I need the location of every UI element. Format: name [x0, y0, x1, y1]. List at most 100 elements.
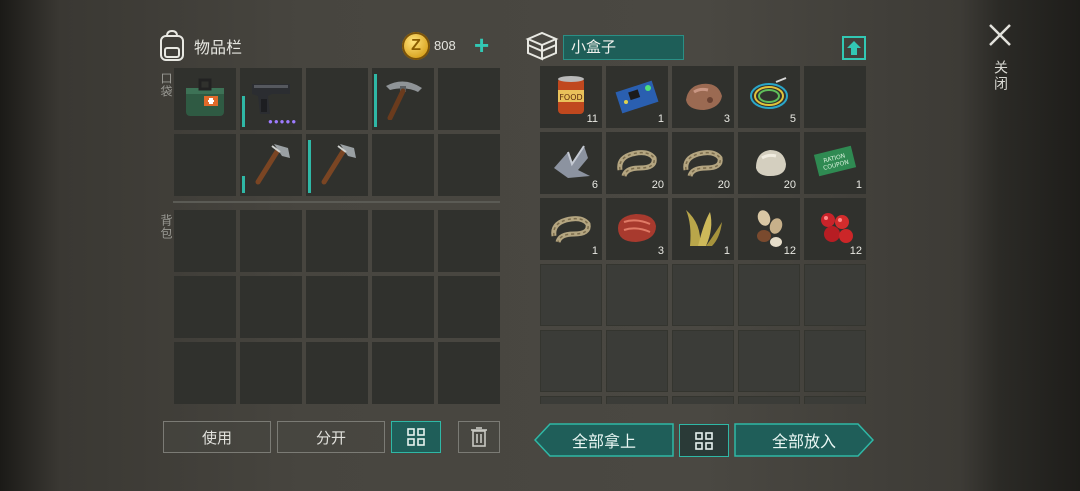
pocket-label: 口袋 [159, 72, 173, 98]
backpack-slot[interactable] [306, 276, 368, 338]
container-slot[interactable] [738, 264, 800, 326]
item-count: 5 [789, 113, 796, 125]
item-count: 1 [657, 113, 664, 125]
container-slot[interactable] [672, 264, 734, 326]
pocket-slot[interactable] [438, 134, 500, 196]
item-count: 20 [783, 179, 796, 191]
pocket-slot[interactable] [438, 68, 500, 130]
split-button[interactable]: 分开 [277, 421, 385, 453]
backpack-label: 背包 [159, 214, 173, 240]
take-all-label: 全部拿上 [571, 434, 636, 451]
container-slot[interactable]: 20 [738, 132, 800, 194]
backpack-slot[interactable] [174, 210, 236, 272]
pocket-slot[interactable] [174, 68, 236, 130]
stone-axe-icon [321, 144, 356, 185]
pocket-slot[interactable]: ●●●●● [240, 68, 302, 130]
container-sort-button[interactable] [679, 424, 729, 457]
seeds-icon [757, 210, 783, 247]
berries-icon [821, 213, 853, 243]
container-slot[interactable]: 1 [606, 66, 668, 128]
backpack-slot[interactable] [240, 276, 302, 338]
backpack-slot[interactable] [372, 210, 434, 272]
close-label[interactable]: 关闭 [991, 60, 1011, 92]
container-slot[interactable] [672, 396, 734, 404]
durability-bar [308, 140, 311, 193]
item-count: 3 [657, 245, 664, 257]
container-slot[interactable] [540, 330, 602, 392]
container-slot[interactable]: 6 [540, 132, 602, 194]
close-icon [989, 24, 1011, 46]
backpack-slot[interactable] [438, 210, 500, 272]
pocket-slot[interactable] [372, 68, 434, 130]
container-slot[interactable] [540, 264, 602, 326]
backpack-slot[interactable] [240, 210, 302, 272]
container-slot[interactable]: FOOD 11 [540, 66, 602, 128]
container-slot[interactable]: 20 [606, 132, 668, 194]
container-slot[interactable] [804, 66, 866, 128]
inventory-header: 物品栏 [158, 28, 242, 64]
container-slot[interactable]: 12 [738, 198, 800, 260]
container-slot[interactable]: 3 [672, 66, 734, 128]
container-slot[interactable]: 3 [606, 198, 668, 260]
divider [173, 201, 500, 203]
backpack-slot[interactable] [240, 342, 302, 404]
put-all-button[interactable]: 全部放入 [734, 423, 874, 457]
container-slot[interactable] [738, 330, 800, 392]
container-slot[interactable]: 12 [804, 198, 866, 260]
container-slot[interactable] [738, 396, 800, 404]
container-slot[interactable] [606, 396, 668, 404]
pocket-slot[interactable] [240, 134, 302, 196]
container-slot[interactable] [606, 264, 668, 326]
close-button[interactable] [987, 22, 1013, 48]
svg-text:FOOD: FOOD [559, 93, 582, 102]
container-slot[interactable]: 20 [672, 132, 734, 194]
ration-coupon-icon: RATIONCOUPON [813, 145, 857, 177]
container-slot[interactable] [606, 330, 668, 392]
backpack-slot[interactable] [438, 276, 500, 338]
pocket-slot[interactable] [372, 134, 434, 196]
pocket-slot[interactable] [306, 68, 368, 130]
upload-button[interactable] [842, 36, 866, 60]
container-slot[interactable] [804, 396, 866, 404]
durability-bar [242, 176, 245, 193]
pistol-icon [252, 84, 290, 114]
discard-button[interactable] [458, 421, 500, 453]
circuit-board-icon [615, 80, 659, 114]
container-slot[interactable] [804, 264, 866, 326]
inventory-title: 物品栏 [194, 40, 243, 57]
coin-count: 808 [434, 38, 456, 53]
add-coins-button[interactable]: + [474, 30, 489, 60]
backpack-slot[interactable] [306, 210, 368, 272]
backpack-slot[interactable] [372, 276, 434, 338]
sort-grid-button[interactable] [391, 421, 441, 453]
container-slot[interactable]: 1 [672, 198, 734, 260]
coin-icon: Z [402, 32, 430, 60]
container-slot[interactable] [672, 330, 734, 392]
backpack-slot[interactable] [174, 342, 236, 404]
use-button[interactable]: 使用 [163, 421, 271, 453]
backpack-slot[interactable] [372, 342, 434, 404]
backpack-slot[interactable] [438, 342, 500, 404]
upload-icon [842, 36, 866, 60]
container-slot[interactable] [804, 330, 866, 392]
item-count: 1 [855, 179, 862, 191]
durability-bar [374, 74, 377, 127]
container-slot[interactable] [540, 396, 602, 404]
ore-icon [686, 83, 722, 110]
container-scroll-area[interactable]: FOOD 11 1 3 5 6 20 20 20 RATION COUPON 1 1 3 1 12 12 [540, 66, 868, 404]
pocket-slot[interactable] [306, 134, 368, 196]
backpack-slot[interactable] [306, 342, 368, 404]
container-name-field[interactable]: 小盒子 [563, 35, 684, 60]
container-slot[interactable]: RATION COUPON 1 [804, 132, 866, 194]
take-all-button[interactable]: 全部拿上 [534, 423, 674, 457]
container-slot[interactable]: 1 [540, 198, 602, 260]
first-aid-kit-icon [186, 78, 224, 116]
item-count: 12 [849, 245, 862, 257]
raw-meat-icon [618, 214, 656, 242]
backpack-slot[interactable] [174, 276, 236, 338]
stone-icon [756, 150, 786, 176]
container-slot[interactable]: 5 [738, 66, 800, 128]
item-count: 20 [651, 179, 664, 191]
pocket-slot[interactable] [174, 134, 236, 196]
grid-icon [407, 428, 425, 446]
